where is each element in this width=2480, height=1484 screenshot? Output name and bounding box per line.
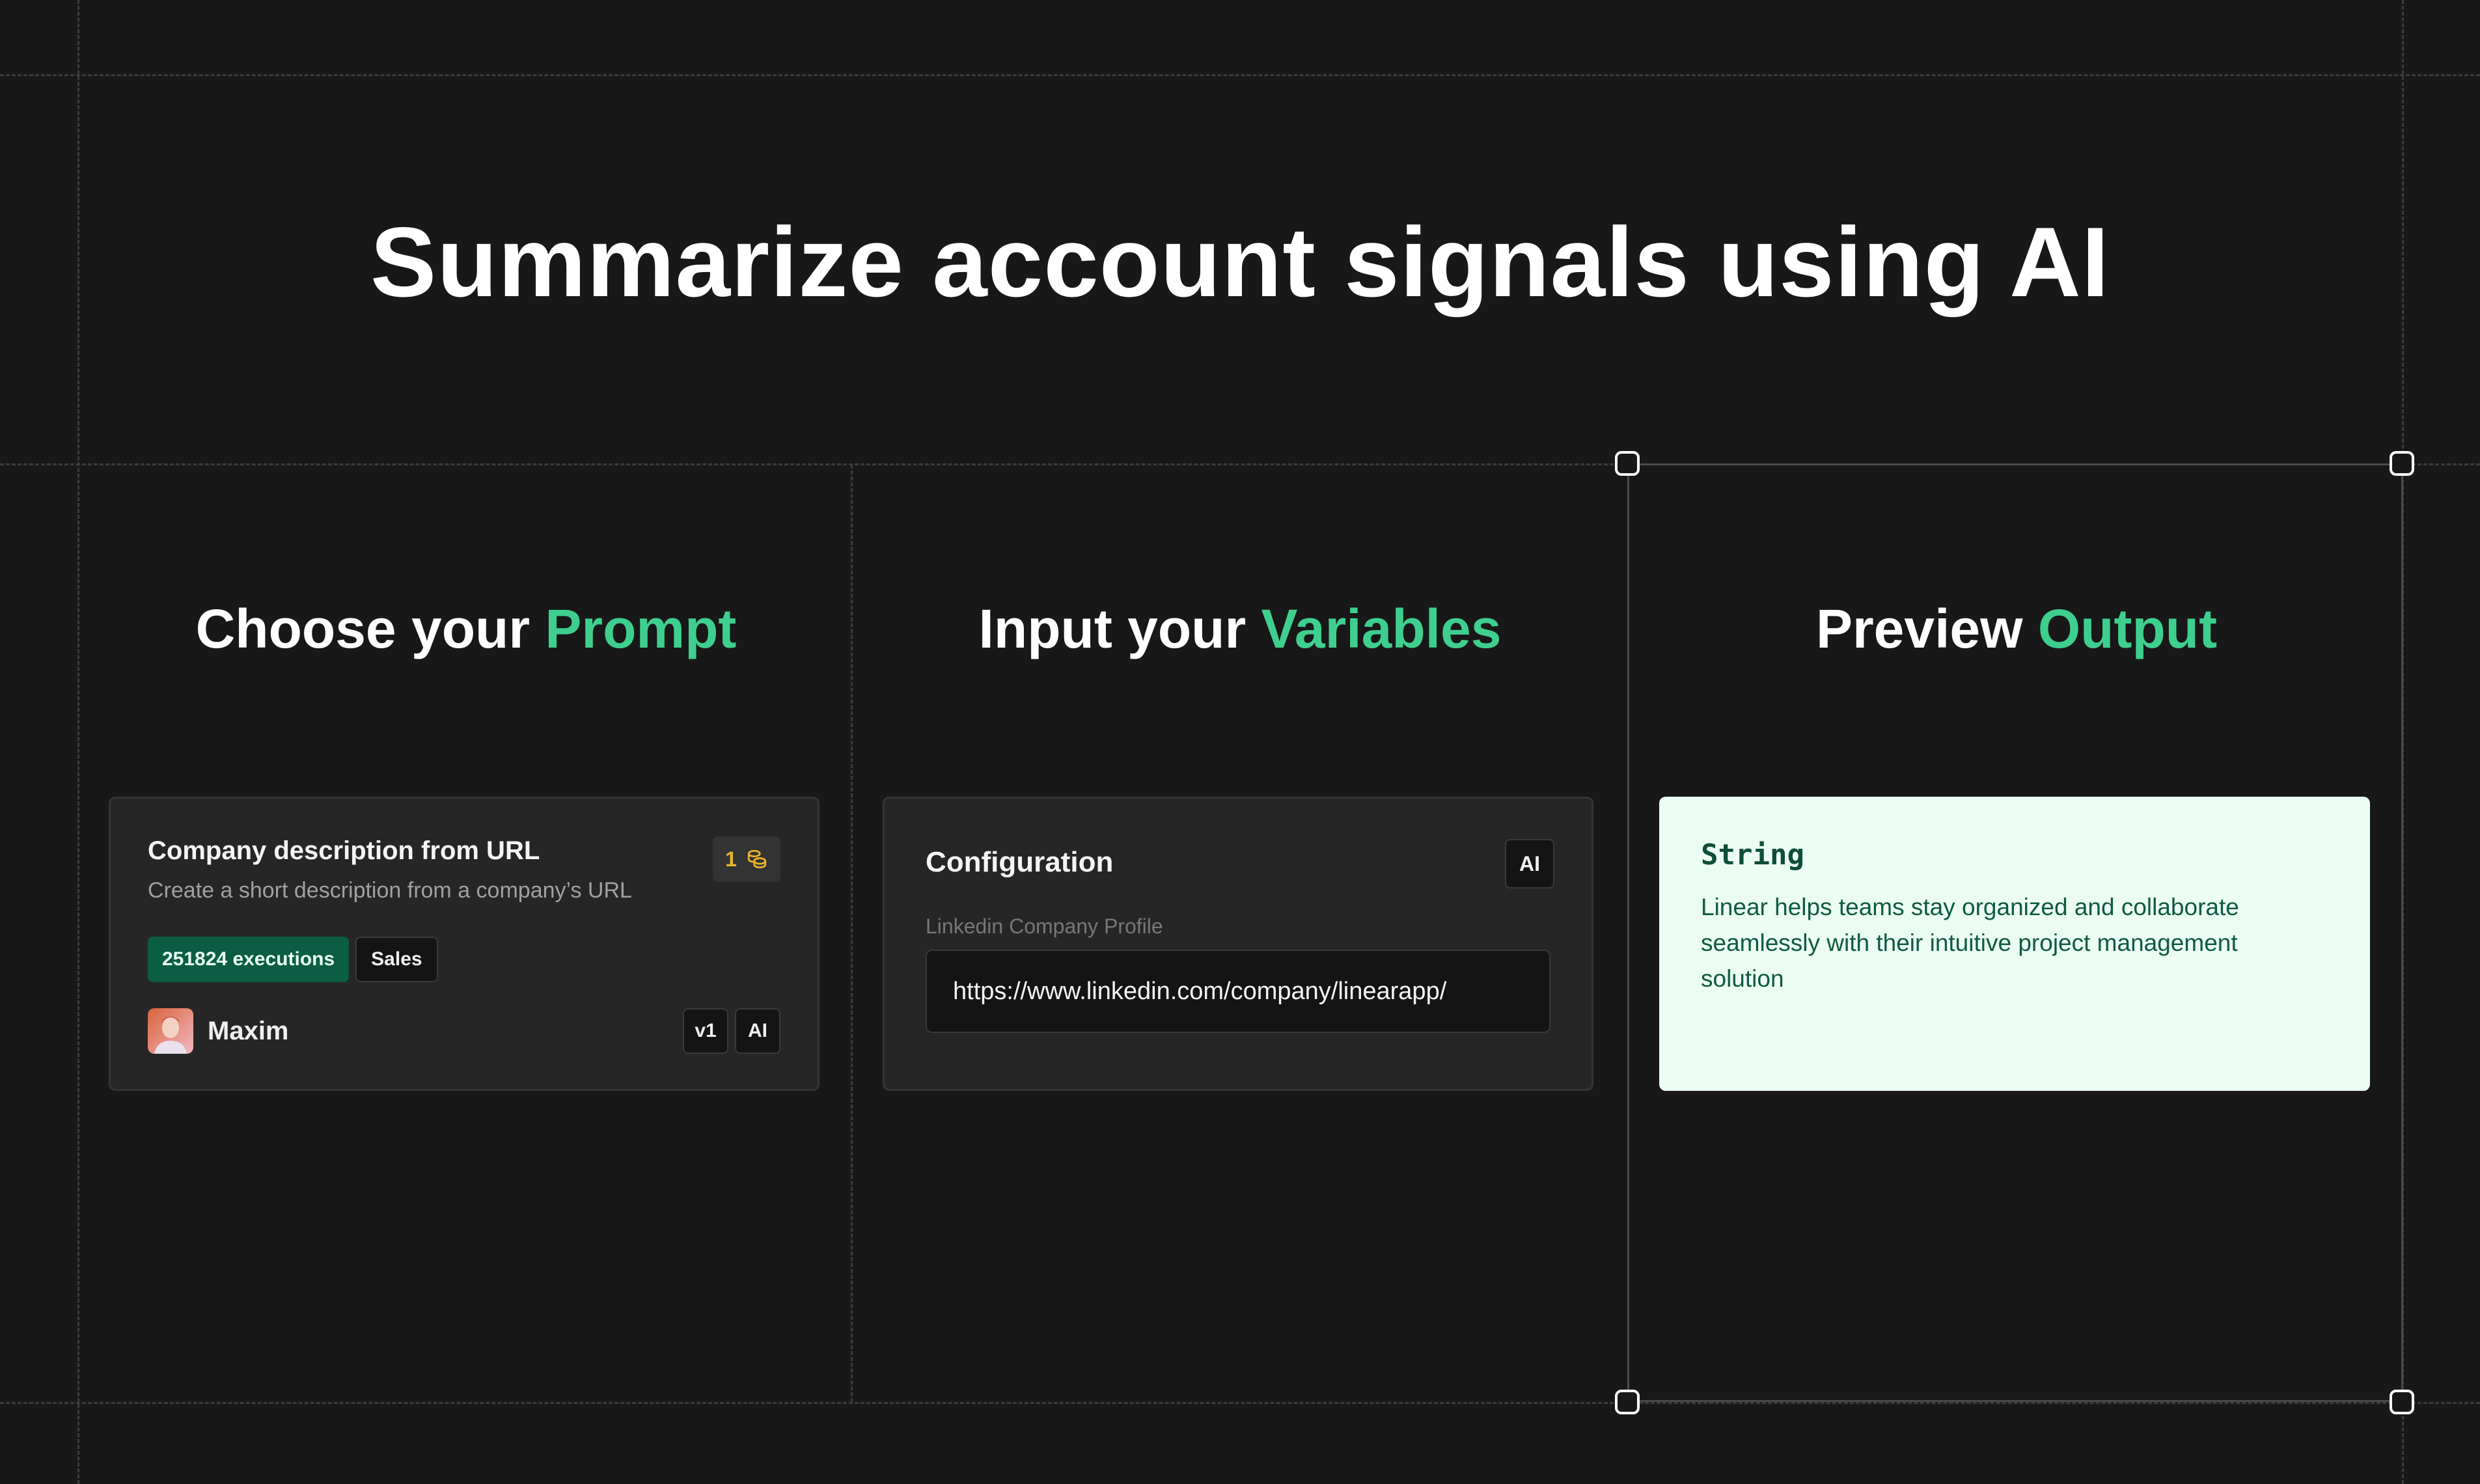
resize-handle-top-right[interactable] [2390,451,2414,476]
title-prefix: Choose your [195,598,545,659]
credit-count: 1 [725,847,737,871]
credit-badge: 1 [713,836,780,882]
linkedin-profile-label: Linkedin Company Profile [926,914,1163,938]
output-text: Linear helps teams stay organized and co… [1701,894,2239,992]
output-card: String Linear helps teams stay organized… [1659,797,2370,1091]
resize-handle-top-left[interactable] [1615,451,1640,476]
meta-badges: v1 AI [683,1008,780,1054]
coins-icon [747,849,767,869]
output-type-label: String [1701,838,1804,872]
tag-row: 251824 executions Sales [148,937,438,982]
executions-badge: 251824 executions [148,937,350,982]
column-title-output: Preview Output [1629,599,2404,659]
column-title-prompt: Choose your Prompt [79,599,853,659]
resize-handle-bottom-right[interactable] [2390,1390,2414,1414]
title-accent: Prompt [545,598,737,659]
author-name: Maxim [208,1016,289,1045]
guide-line-bottom [0,1402,2480,1404]
ai-badge: AI [735,1008,780,1054]
linkedin-profile-input[interactable]: https://www.linkedin.com/company/lineara… [926,950,1550,1033]
title-prefix: Preview [1815,598,2038,659]
configuration-title: Configuration [926,846,1114,878]
ai-badge: AI [1505,839,1554,888]
prompt-card[interactable]: Company description from URL Create a sh… [109,797,820,1091]
author: Maxim [148,1008,289,1054]
category-tag[interactable]: Sales [355,937,438,982]
avatar [148,1008,193,1054]
title-accent: Variables [1261,598,1502,659]
prompt-description: Create a short description from a compan… [148,878,632,903]
title-accent: Output [2037,598,2218,659]
prompt-title: Company description from URL [148,836,540,865]
resize-handle-bottom-left[interactable] [1615,1390,1640,1414]
page-title: Summarize account signals using AI [370,207,2110,318]
guide-line-top [0,74,2480,76]
title-prefix: Input your [978,598,1261,659]
version-badge: v1 [683,1008,728,1054]
configuration-card: Configuration AI Linkedin Company Profil… [883,797,1593,1091]
column-title-variables: Input your Variables [853,599,1627,659]
